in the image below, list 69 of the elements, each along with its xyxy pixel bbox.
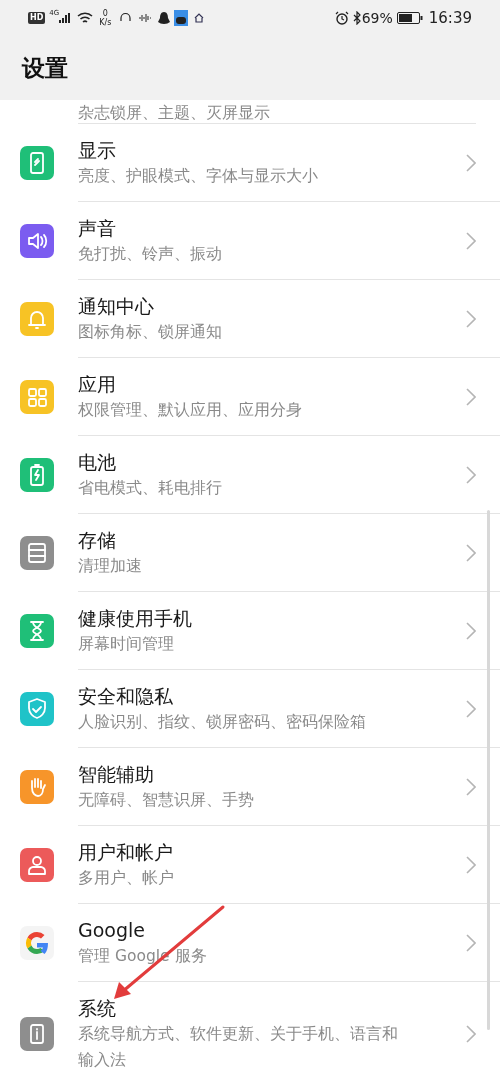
settings-item[interactable]: 显示 亮度、护眼模式、字体与显示大小 — [0, 124, 500, 202]
item-title: 存储 — [78, 527, 117, 553]
item-title: 显示 — [78, 137, 117, 163]
bell-icon — [20, 302, 54, 336]
item-subtitle: 清理加速 — [78, 555, 143, 577]
settings-item[interactable]: 通知中心 图标角标、锁屏通知 — [0, 280, 500, 358]
alarm-icon — [334, 11, 349, 25]
item-subtitle: 图标角标、锁屏通知 — [78, 321, 223, 343]
item-title: 用户和帐户 — [78, 839, 174, 865]
settings-item[interactable]: 系统 系统导航方式、软件更新、关于手机、语言和输入法 — [0, 982, 500, 1084]
chevron-icon — [466, 309, 476, 328]
chevron-icon — [466, 777, 476, 796]
storage-icon — [20, 536, 54, 570]
battery-icon — [20, 458, 54, 492]
chevron-icon — [466, 855, 476, 874]
hand-icon — [20, 770, 54, 804]
hourglass-icon — [20, 614, 54, 648]
settings-item[interactable]: 电池 省电模式、耗电排行 — [0, 436, 500, 514]
item-title: 健康使用手机 — [78, 605, 193, 631]
shield-icon — [20, 692, 54, 726]
item-title: 智能辅助 — [78, 761, 155, 787]
chevron-icon — [466, 1025, 476, 1043]
settings-item[interactable]: 声音 免打扰、铃声、振动 — [0, 202, 500, 280]
speed-unit: K/s — [99, 18, 112, 27]
item-subtitle: 权限管理、默认应用、应用分身 — [78, 399, 303, 421]
info-icon — [20, 1017, 54, 1051]
item-subtitle: 多用户、帐户 — [78, 867, 175, 889]
item-title: Google — [78, 917, 146, 943]
penguin-icon — [158, 11, 171, 25]
signal-icon — [59, 12, 72, 24]
item-title: 系统 — [78, 996, 117, 1021]
item-title: 应用 — [78, 371, 117, 397]
bluetooth-icon — [352, 11, 362, 25]
item-subtitle: 屏幕时间管理 — [78, 633, 175, 655]
waveform-icon — [138, 13, 153, 23]
chevron-icon — [466, 153, 476, 172]
chevron-icon — [466, 699, 476, 718]
item-title: 通知中心 — [78, 293, 155, 319]
settings-item[interactable]: 应用 权限管理、默认应用、应用分身 — [0, 358, 500, 436]
item-subtitle: 杂志锁屏、主题、灭屏显示 — [78, 103, 270, 123]
house-icon — [194, 13, 205, 23]
sound-icon — [20, 224, 54, 258]
chevron-icon — [466, 387, 476, 406]
item-subtitle: 无障碍、智慧识屏、手势 — [78, 789, 255, 811]
item-title: 安全和隐私 — [78, 683, 174, 709]
item-subtitle: 人脸识别、指纹、锁屏密码、密码保险箱 — [78, 711, 367, 733]
chevron-icon — [466, 465, 476, 484]
apps-icon — [20, 380, 54, 414]
chevron-icon — [466, 543, 476, 562]
wifi-icon — [77, 11, 94, 25]
chevron-icon — [466, 621, 476, 640]
app-icon — [174, 10, 189, 26]
item-subtitle: 系统导航方式、软件更新、关于手机、语言和输入法 — [78, 1024, 399, 1071]
page-title: 设置 — [22, 53, 68, 83]
chevron-icon — [466, 231, 476, 250]
chevron-icon — [466, 933, 476, 952]
hd-badge: HD — [28, 12, 46, 24]
display-icon — [20, 146, 54, 180]
clock-time: 16:39 — [428, 7, 472, 29]
item-title: 声音 — [78, 215, 117, 241]
battery-icon — [396, 12, 423, 24]
item-subtitle: 免打扰、铃声、振动 — [78, 243, 223, 265]
speed-value: 0 — [102, 9, 108, 18]
item-subtitle: 省电模式、耗电排行 — [78, 477, 223, 499]
item-title: 电池 — [78, 449, 117, 475]
item-subtitle: 亮度、护眼模式、字体与显示大小 — [78, 165, 319, 187]
user-icon — [20, 848, 54, 882]
battery-percent: 69% — [361, 8, 393, 28]
google-icon — [20, 926, 54, 960]
